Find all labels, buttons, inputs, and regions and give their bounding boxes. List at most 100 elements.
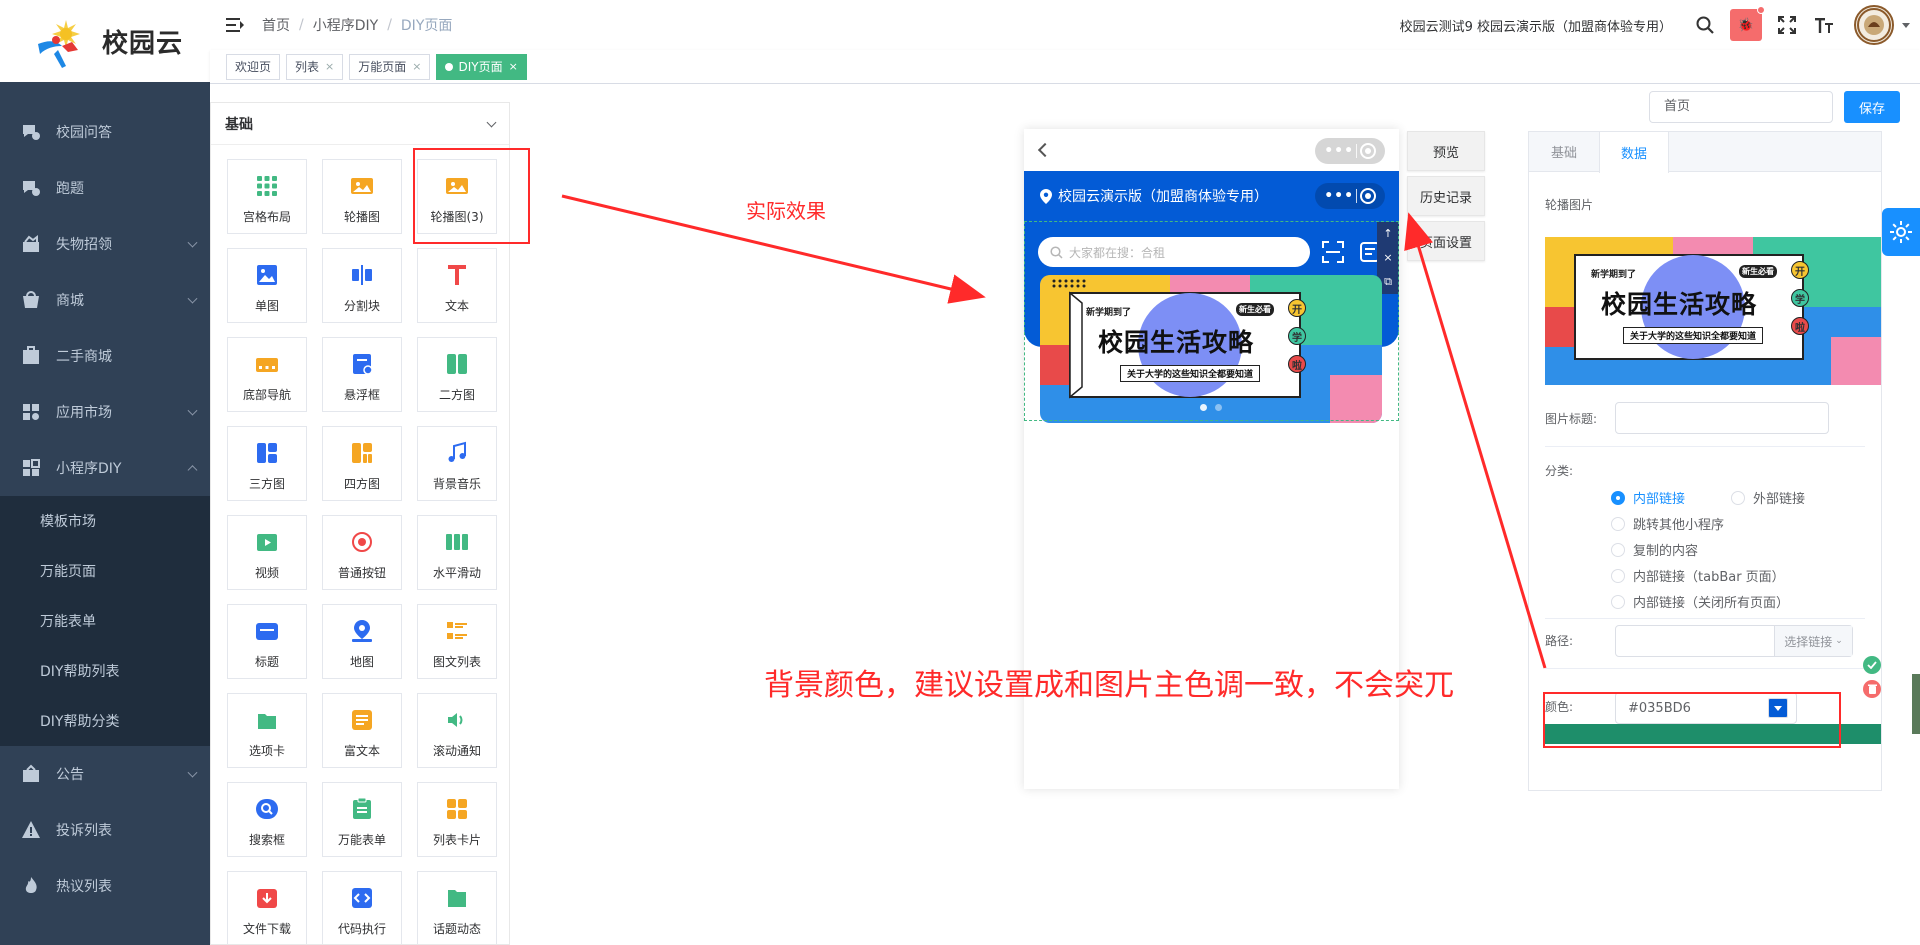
component-tab[interactable]: 选项卡 (227, 693, 307, 768)
copy-block-icon[interactable]: ⧉ (1384, 275, 1392, 289)
apps-icon (20, 401, 42, 423)
carousel-banner[interactable]: 新学期到了 新生必看 校园生活攻略 关于大学的这些知识全都要知道 开 学 啦 (1040, 275, 1382, 423)
component-float[interactable]: 悬浮框 (322, 337, 402, 412)
radio-copy-content[interactable]: 复制的内容 (1611, 540, 1698, 559)
preview-button[interactable]: 预览 (1407, 131, 1485, 171)
submenu-item-2[interactable]: 万能页面 (0, 546, 210, 596)
component-slider[interactable]: 水平滑动 (417, 515, 497, 590)
sidebar-item-4[interactable]: 商城 (0, 272, 210, 328)
component-music[interactable]: 背景音乐 (417, 426, 497, 501)
breadcrumb-current: DIY页面 (400, 18, 453, 34)
component-form[interactable]: 万能表单 (322, 782, 402, 857)
path-input[interactable]: 选择链接 ⌄ (1615, 625, 1853, 657)
component-grid[interactable]: 宫格布局 (227, 159, 307, 234)
radio-other-miniprogram[interactable]: 跳转其他小程序 (1611, 514, 1724, 533)
component-topic[interactable]: 话题动态 (417, 871, 497, 944)
component-notice-scroll[interactable]: 滚动通知 (417, 693, 497, 768)
component-search[interactable]: 搜索框 (227, 782, 307, 857)
component-four-grid[interactable]: 四方图 (322, 426, 402, 501)
component-video[interactable]: 视频 (227, 515, 307, 590)
radio-external-link[interactable]: 外部链接 (1731, 488, 1805, 507)
store-icon (20, 345, 42, 367)
delete-block-icon[interactable]: × (1383, 251, 1392, 264)
three-grid-icon (255, 441, 279, 465)
tag-4[interactable]: DIY页面 × (436, 53, 527, 80)
tag-3[interactable]: 万能页面 × (349, 53, 431, 80)
component-richtext[interactable]: 富文本 (322, 693, 402, 768)
history-button[interactable]: 历史记录 (1407, 176, 1485, 216)
component-bottom-nav[interactable]: 底部导航 (227, 337, 307, 412)
tab-basic[interactable]: 基础 (1529, 132, 1599, 171)
logo[interactable]: 校园云 (0, 0, 210, 82)
bug-icon: 🐞 (1737, 17, 1755, 33)
radio-internal-close-all[interactable]: 内部链接（关闭所有页面） (1611, 592, 1789, 611)
component-three-grid[interactable]: 三方图 (227, 426, 307, 501)
component-map[interactable]: 地图 (322, 604, 402, 679)
close-icon[interactable]: × (325, 55, 334, 79)
sidebar-item-1[interactable]: 校园问答 (0, 104, 210, 160)
page-settings-button[interactable]: 页面设置 (1407, 221, 1485, 261)
scan-icon[interactable] (1322, 241, 1344, 263)
tag-1[interactable]: 欢迎页 (226, 53, 281, 80)
close-icon[interactable]: × (412, 55, 421, 79)
component-divider[interactable]: 分割块 (322, 248, 402, 323)
tag-label: 欢迎页 (235, 59, 272, 74)
submenu-item-4[interactable]: DIY帮助列表 (0, 646, 210, 696)
hamburger-icon[interactable] (226, 18, 244, 32)
settings-gear-button[interactable] (1882, 208, 1920, 256)
component-image-carousel[interactable]: 轮播图 (322, 159, 402, 234)
submenu-item-5[interactable]: DIY帮助分类 (0, 696, 210, 746)
sidebar-item-after-2[interactable]: 投诉列表 (0, 802, 210, 858)
search-icon[interactable] (1692, 12, 1718, 38)
component-text[interactable]: 文本 (417, 248, 497, 323)
save-button[interactable]: 保存 (1844, 91, 1900, 123)
delete-icon[interactable] (1863, 680, 1881, 698)
font-size-icon[interactable] (1812, 12, 1838, 38)
component-code[interactable]: 代码执行 (322, 871, 402, 944)
confirm-icon[interactable] (1863, 656, 1881, 674)
close-icon[interactable]: × (509, 55, 518, 79)
chevron-down-icon[interactable] (1902, 22, 1910, 28)
sidebar-item-2[interactable]: 跑题 (0, 160, 210, 216)
component-card[interactable]: 列表卡片 (417, 782, 497, 857)
fullscreen-icon[interactable] (1774, 12, 1800, 38)
phone-search-box[interactable]: 大家都在搜：合租 (1038, 237, 1310, 267)
breadcrumb-diy[interactable]: 小程序DIY (313, 15, 378, 35)
component-image[interactable]: 单图 (227, 248, 307, 323)
page-select[interactable]: 首页 (1649, 91, 1833, 123)
image-title-input[interactable] (1615, 402, 1829, 434)
component-group-header[interactable]: 基础 (211, 103, 509, 145)
component-list[interactable]: 图文列表 (417, 604, 497, 679)
component-label: 底部导航 (242, 388, 291, 402)
component-label: 标题 (254, 655, 279, 669)
bug-report-button[interactable]: 🐞 (1730, 6, 1765, 41)
component-label: 三方图 (248, 477, 285, 491)
tag-2[interactable]: 列表 × (286, 53, 344, 80)
component-title[interactable]: 标题 (227, 604, 307, 679)
avatar[interactable] (1854, 5, 1894, 45)
submenu-item-1[interactable]: 模板市场 (0, 496, 210, 546)
sidebar-item-after-1[interactable]: 公告 (0, 746, 210, 802)
tab-data[interactable]: 数据 (1599, 132, 1669, 173)
select-link-button[interactable]: 选择链接 ⌄ (1774, 626, 1852, 656)
thumb-badge-1: 开 (1791, 261, 1809, 279)
scrollbar-thumb[interactable] (1912, 674, 1920, 734)
component-download[interactable]: 文件下载 (227, 871, 307, 944)
radio-internal-link[interactable]: 内部链接 (1611, 488, 1685, 507)
sidebar-item-7[interactable]: 小程序DIY (0, 440, 210, 496)
carousel-image-thumb[interactable]: 新学期到了 新生必看 校园生活攻略 关于大学的这些知识全都要知道 开 学 啦 (1545, 237, 1881, 385)
sidebar-item-3[interactable]: 失物招领 (0, 216, 210, 272)
back-icon[interactable] (1037, 142, 1053, 158)
submenu-item-3[interactable]: 万能表单 (0, 596, 210, 646)
float-icon (350, 352, 374, 376)
active-dot (445, 62, 454, 71)
sidebar-item-5[interactable]: 二手商城 (0, 328, 210, 384)
component-label: 悬浮框 (343, 388, 380, 402)
radio-internal-tabbar[interactable]: 内部链接（tabBar 页面） (1611, 566, 1785, 585)
breadcrumb-home[interactable]: 首页 (262, 15, 290, 35)
sidebar-item-6[interactable]: 应用市场 (0, 384, 210, 440)
component-two-grid[interactable]: 二方图 (417, 337, 497, 412)
component-button[interactable]: 普通按钮 (322, 515, 402, 590)
sidebar-item-after-3[interactable]: 热议列表 (0, 858, 210, 914)
move-up-icon[interactable]: ↑ (1383, 227, 1392, 240)
